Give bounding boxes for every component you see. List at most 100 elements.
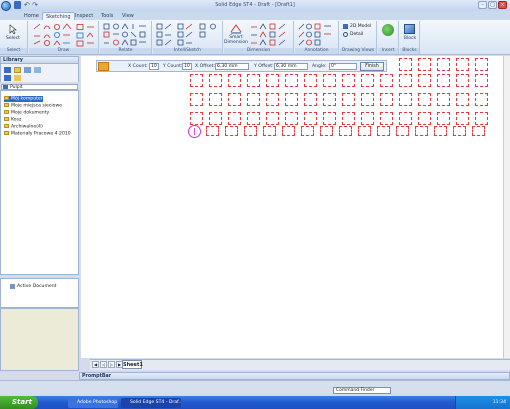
pattern-cell <box>399 74 412 87</box>
prompt-bar: PromptBar <box>79 372 510 380</box>
block-icon[interactable] <box>404 24 415 34</box>
taskbar-item-photoshop[interactable]: Adobe Photoshop <box>68 398 118 408</box>
angle-input[interactable]: 0° <box>329 63 357 70</box>
library-new-folder-icon[interactable] <box>14 75 21 81</box>
pattern-cell <box>475 74 488 87</box>
status-bar <box>0 380 510 394</box>
ribbon-group-select: Select Select <box>0 21 28 54</box>
redo-icon[interactable]: ↷ <box>32 1 38 9</box>
next-sheet-button[interactable]: ▷ <box>108 361 115 368</box>
model-2d-button[interactable]: 2D Model <box>350 24 371 29</box>
command-finder-input[interactable]: Command Finder <box>333 387 391 394</box>
maximize-button[interactable]: □ <box>488 1 497 9</box>
annotation-tools-icons[interactable] <box>298 23 336 47</box>
x-offset-input[interactable]: 6,30 mm <box>215 63 249 70</box>
y-offset-label: Y Offset: <box>254 64 274 69</box>
pattern-cell <box>475 112 488 125</box>
canvas-scrollbar[interactable] <box>503 56 510 358</box>
y-offset-input[interactable]: 6,30 mm <box>274 63 308 70</box>
pattern-cell <box>377 126 390 136</box>
list-item[interactable]: Moje miejsca sieciowe <box>4 103 62 109</box>
pattern-cell <box>342 74 355 87</box>
pattern-cell <box>358 126 371 136</box>
list-item[interactable]: Mój komputer <box>4 96 43 102</box>
library-home-icon[interactable] <box>4 75 11 81</box>
insert-object-icon[interactable] <box>382 24 394 36</box>
minimize-button[interactable]: – <box>478 1 487 9</box>
taskbar-item-solid-edge[interactable]: Solid Edge ST4 - Draf... <box>121 398 181 408</box>
model-2d-icon[interactable] <box>343 24 348 29</box>
pattern-cell <box>361 93 374 106</box>
pattern-cell <box>244 126 257 136</box>
library-file-list: Mój komputer Moje miejsca sieciowe Moje … <box>0 90 79 275</box>
pattern-cell <box>282 126 295 136</box>
library-back-icon[interactable] <box>4 67 11 73</box>
group-label-blocks: Blocks <box>400 48 419 54</box>
group-label-dimension: Dimension <box>224 48 293 54</box>
tab-tools[interactable]: Tools <box>98 12 116 20</box>
dimension-tools-icons[interactable] <box>250 23 292 47</box>
x-count-input[interactable]: 10 <box>149 63 159 70</box>
active-document-pane: Active Document <box>0 278 79 308</box>
y-count-input[interactable]: 10 <box>182 63 192 70</box>
select-arrow-icon[interactable] <box>8 24 18 35</box>
draw-tools-icons[interactable] <box>32 23 96 47</box>
smart-dimension-button[interactable]: Smart Dimension <box>224 35 248 45</box>
pattern-cell <box>396 126 409 136</box>
tab-inspect[interactable]: Inspect <box>72 12 96 20</box>
pattern-command-bar: X Count: 10 Y Count: 10 X Offset: 6,30 m… <box>96 60 387 72</box>
folder-icon <box>4 131 9 135</box>
block-button[interactable]: Block <box>400 36 420 41</box>
library-up-icon[interactable] <box>34 67 41 73</box>
ribbon-group-annotation: Annotation <box>295 21 339 54</box>
intellisketch-icons[interactable] <box>156 23 220 47</box>
list-item[interactable]: Moje dokumenty <box>4 110 49 116</box>
folder-icon <box>4 110 9 114</box>
close-button[interactable]: × <box>498 1 507 9</box>
pattern-cell <box>209 112 222 125</box>
pattern-cell <box>304 74 317 87</box>
pattern-cell <box>304 93 317 106</box>
pattern-cell <box>190 112 203 125</box>
tab-sketching[interactable]: Sketching <box>42 12 75 20</box>
detail-button[interactable]: Detail <box>350 32 363 37</box>
document-icon <box>10 284 15 289</box>
library-panel-title: Library <box>0 56 79 64</box>
tab-view[interactable]: View <box>119 12 137 20</box>
angle-label: Angle: <box>312 64 327 69</box>
group-label-drawing-views: Drawing Views <box>340 48 376 54</box>
pattern-cell <box>437 58 450 71</box>
undo-icon[interactable]: ↶ <box>24 1 30 9</box>
pattern-cell <box>323 93 336 106</box>
first-sheet-button[interactable]: ◀ <box>92 361 99 368</box>
group-label-relate: Relate <box>100 48 151 54</box>
application-menu-button[interactable] <box>1 1 11 11</box>
finish-button[interactable]: Finish <box>360 62 384 71</box>
pattern-cell <box>266 93 279 106</box>
pattern-cell <box>209 93 222 106</box>
ribbon-group-insert: Insert <box>378 21 399 54</box>
save-icon[interactable] <box>14 1 21 9</box>
prev-sheet-button[interactable]: ◁ <box>100 361 107 368</box>
start-button[interactable]: Start <box>0 396 38 409</box>
library-views-icon[interactable] <box>24 67 31 73</box>
sheet-tab[interactable]: Sheet1 <box>122 360 143 369</box>
system-clock: 11:34 <box>455 396 510 409</box>
command-bar-options-button[interactable] <box>98 62 109 71</box>
list-item[interactable]: Archiwalne(4) <box>4 124 43 130</box>
pattern-origin-marker[interactable] <box>188 125 201 138</box>
select-button-label[interactable]: Select <box>3 36 23 41</box>
y-count-label: Y Count: <box>163 64 183 69</box>
pattern-cell <box>418 58 431 71</box>
smart-dimension-icon[interactable] <box>230 23 242 34</box>
pattern-cell <box>380 112 393 125</box>
list-item[interactable]: Kosz <box>4 117 21 123</box>
relate-tools-icons[interactable] <box>103 23 149 47</box>
list-item[interactable]: Materiały Pracowe 4 2010 <box>4 131 71 137</box>
detail-icon[interactable] <box>343 32 348 37</box>
active-document-label[interactable]: Active Document <box>17 284 56 289</box>
pattern-cell <box>472 126 485 136</box>
pattern-cell <box>285 74 298 87</box>
tab-home[interactable]: Home <box>21 12 42 20</box>
library-folder-icon[interactable] <box>14 67 21 73</box>
